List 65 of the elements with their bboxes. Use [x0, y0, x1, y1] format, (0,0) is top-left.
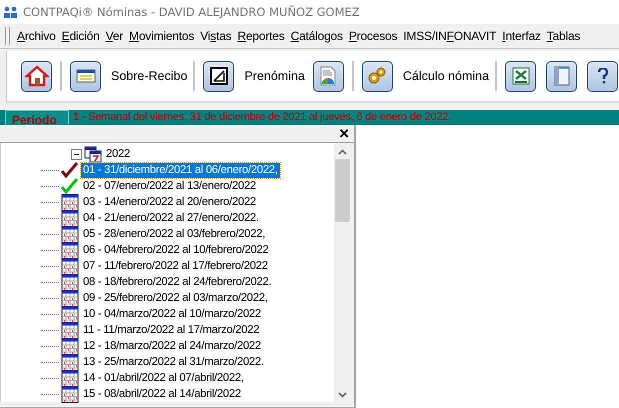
- check-icon: [61, 162, 79, 178]
- close-button[interactable]: ×: [336, 126, 352, 142]
- menu-item[interactable]: Interfaz: [499, 27, 544, 45]
- tree-item[interactable]: 01 - 31/diciembre/2021 al 06/enero/2022,: [81, 162, 280, 178]
- tree-item[interactable]: 06 - 04/febrero/2022 al 10/febrero/2022: [81, 242, 271, 258]
- tree-item[interactable]: 08 - 18/febrero/2022 al 24/febrero/2022.: [81, 274, 274, 290]
- scroll-thumb[interactable]: [335, 159, 350, 222]
- calendar-icon: [61, 274, 79, 290]
- calendar-icon: [61, 370, 79, 386]
- tree-item[interactable]: 10 - 04/marzo/2022 al 10/marzo/2022: [81, 306, 263, 322]
- tree-item[interactable]: 11 - 11/marzo/2022 al 17/marzo/2022: [81, 322, 262, 338]
- collapse-icon[interactable]: [71, 148, 82, 160]
- tree-item[interactable]: 02 - 07/enero/2022 al 13/enero/2022: [81, 178, 258, 194]
- tree-item[interactable]: 15 - 08/abril/2022 al 14/abril/2022: [81, 386, 243, 402]
- check-icon: [61, 178, 79, 194]
- menu-item[interactable]: IMSS/INFONAVIT: [400, 27, 500, 45]
- calendar-icon: [61, 210, 79, 226]
- menu-item[interactable]: Edición: [58, 27, 103, 45]
- report-chart-button[interactable]: [312, 60, 344, 92]
- tree-item[interactable]: 12 - 18/marzo/2022 al 24/marzo/2022: [81, 338, 263, 354]
- calendar-icon: [61, 338, 79, 354]
- toolbar-label[interactable]: Prenómina: [242, 69, 307, 83]
- menu-item[interactable]: Reportes: [234, 27, 288, 45]
- tree-item[interactable]: 05 - 28/enero/2022 al 03/febrero/2022,: [81, 226, 268, 242]
- toolbar-label[interactable]: Sobre-Recibo: [109, 69, 190, 83]
- tree-item[interactable]: 09 - 25/febrero/2022 al 03/marzo/2022,: [81, 290, 270, 306]
- menu-item[interactable]: Vistas: [197, 27, 234, 45]
- receipt-button[interactable]: [70, 60, 101, 92]
- panel-button[interactable]: [546, 60, 578, 92]
- scroll-up-icon[interactable]: [338, 149, 347, 155]
- calendar-icon: [61, 258, 79, 274]
- menu-item[interactable]: Tablas: [544, 27, 584, 45]
- menu-item[interactable]: Movimientos: [126, 27, 198, 45]
- help-button[interactable]: [587, 60, 618, 92]
- tree-item[interactable]: 14 - 01/abril/2022 al 07/abril/2022,: [81, 370, 246, 386]
- calendar-icon: [61, 290, 79, 306]
- tree-item[interactable]: 2022: [104, 146, 132, 162]
- tree-item[interactable]: 04 - 21/enero/2022 al 27/enero/2022.: [81, 210, 261, 226]
- window-title: CONTPAQi® Nóminas - DAVID ALEJANDRO MUÑOZ GOMEZ: [23, 5, 360, 19]
- menu-item[interactable]: Procesos: [346, 27, 400, 45]
- spreadsheet-button[interactable]: [505, 60, 536, 92]
- calendar-icon: [61, 242, 79, 258]
- menu-grip[interactable]: [5, 27, 10, 45]
- framed-chart-button[interactable]: [203, 60, 234, 92]
- calendar-icon: [61, 194, 79, 210]
- people-icon: [3, 6, 18, 18]
- tree-item[interactable]: 13 - 25/marzo/2022 al 31/marzo/2022.: [81, 354, 266, 370]
- scrollbar[interactable]: [334, 143, 351, 402]
- calendar-icon: [61, 354, 79, 370]
- scroll-down-icon[interactable]: [338, 392, 347, 398]
- calendars-icon: [84, 146, 102, 162]
- tree-item[interactable]: 03 - 14/enero/2022 al 20/enero/2022: [81, 194, 258, 210]
- calendar-icon: [61, 322, 79, 338]
- toolbar-label[interactable]: Cálculo nómina: [400, 69, 492, 83]
- gears-button[interactable]: [362, 60, 393, 92]
- menu-item[interactable]: Catálogos: [288, 27, 346, 45]
- home-icon: [24, 64, 48, 88]
- period-value: 1 - Semanal del viernes, 31 de diciembre de 2021 al jueves, 6 de enero de 2022.: [72, 110, 452, 125]
- calendar-icon: [61, 226, 79, 242]
- tree-item[interactable]: 07 - 11/febrero/2022 al 17/febrero/2022: [81, 258, 270, 274]
- home-button[interactable]: [21, 60, 52, 92]
- help-icon: [596, 68, 610, 84]
- calendar-icon: [61, 306, 79, 322]
- menu-item[interactable]: Ver: [102, 27, 126, 45]
- menu-item[interactable]: Archivo: [14, 27, 59, 45]
